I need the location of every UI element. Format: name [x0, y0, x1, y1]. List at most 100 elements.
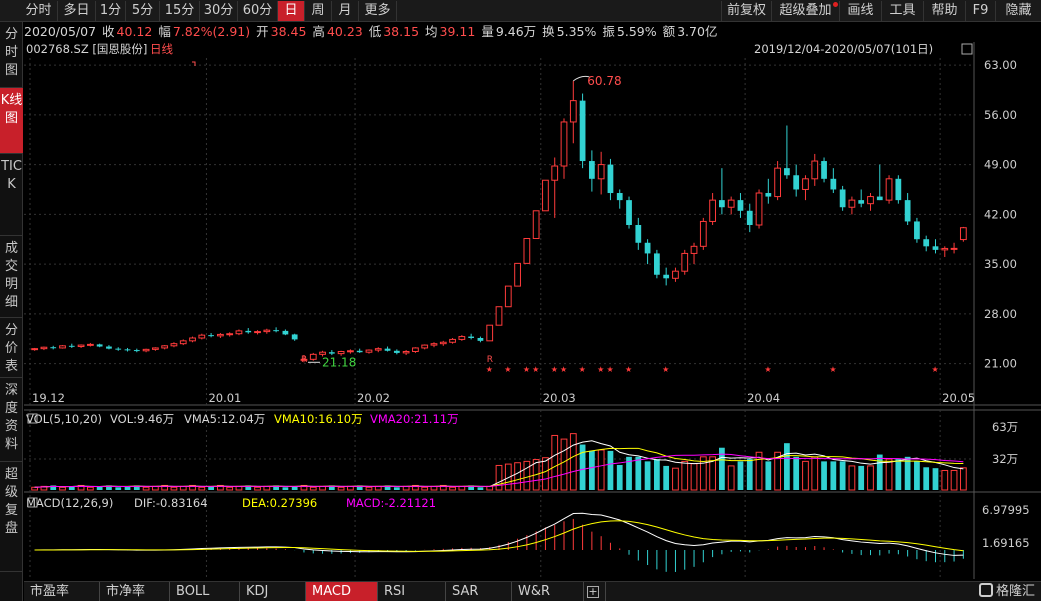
date-tick: 20.04 [747, 391, 780, 405]
add-tab-icon[interactable]: + [584, 582, 606, 601]
leftnav-item[interactable]: 深度资料 [0, 378, 23, 462]
leftnav-item[interactable]: 成交明细 [0, 236, 23, 318]
indicator-tab[interactable]: RSI [378, 582, 446, 601]
toolbar-button[interactable]: 前复权 [721, 1, 771, 21]
period-tab[interactable]: 1分 [96, 1, 126, 21]
candle-body [189, 337, 196, 342]
candle-body [151, 347, 159, 350]
vma10-value: VMA10:16.10万 [274, 412, 363, 426]
candle-body [486, 324, 494, 342]
indicator-tab[interactable]: MACD [306, 582, 378, 601]
volume-bar [365, 486, 373, 491]
candle-body [477, 337, 484, 341]
leftnav-item[interactable]: 分时图 [0, 22, 23, 88]
kline-chart[interactable]: 002768.SZ [国恩股份] 日线 2019/12/04-2020/05/07(… [24, 42, 1041, 579]
candle-body [50, 347, 57, 349]
toolbar-button[interactable]: 工具 [881, 1, 923, 21]
star-mark: ★ [560, 365, 567, 374]
indicator-tab[interactable]: BOLL [170, 582, 240, 601]
indicator-tab[interactable]: KDJ [240, 582, 306, 601]
toolbar-button[interactable]: 画线 [839, 1, 881, 21]
volume-bar [885, 458, 893, 491]
macd-axis-tick: 6.97995 [982, 503, 1030, 517]
candle-body [68, 345, 75, 347]
price-tick: 49.00 [984, 158, 1017, 172]
volume-bar [654, 459, 660, 490]
candle-body [709, 199, 716, 222]
volume-bar [282, 487, 289, 490]
amplitude-label: 振 [602, 24, 615, 39]
star-mark: ★ [606, 365, 613, 374]
candle-body [347, 350, 354, 353]
indicator-tab[interactable]: SAR [446, 582, 512, 601]
volume-bar [690, 463, 698, 491]
candle-body [895, 178, 902, 201]
toolbar-button[interactable]: F9 [965, 1, 995, 21]
low-annotation: 21.18 [322, 355, 356, 369]
volume-bar [802, 460, 809, 491]
volume-bar [523, 460, 531, 491]
toolbar-button[interactable]: 帮助 [923, 1, 965, 21]
volume-bar [597, 449, 605, 491]
turnover-label: 换 [542, 24, 555, 39]
volume-bar [495, 464, 503, 491]
candle-body [31, 348, 39, 351]
candle-body [654, 253, 660, 275]
period-tab[interactable]: 30分 [200, 1, 238, 21]
volume-bar [393, 487, 400, 490]
vol-axis-tick: 32万 [992, 452, 1018, 466]
period-tab[interactable]: 5分 [126, 1, 160, 21]
period-tab[interactable]: 多日 [58, 1, 96, 21]
leftnav-item[interactable]: TICK [0, 154, 23, 236]
period-tab[interactable]: 周 [305, 1, 332, 21]
period-tab[interactable]: 分时 [20, 1, 58, 21]
candle-body [774, 167, 781, 198]
candle-body [179, 340, 187, 345]
period-tab[interactable]: 月 [332, 1, 359, 21]
leftnav-item[interactable]: 分价表 [0, 318, 23, 378]
candle-body [384, 348, 391, 351]
star-mark: ★ [764, 365, 771, 374]
candle-body [904, 200, 911, 222]
candle-body [932, 246, 939, 250]
star-mark: ★ [829, 365, 836, 374]
candle-body [282, 330, 289, 335]
volume-bar [115, 487, 122, 490]
vol-label: 量 [481, 24, 494, 39]
chart-canvas[interactable]: 002768.SZ [国恩股份] 日线 2019/12/04-2020/05/07(… [24, 42, 1041, 579]
price-tick: 56.00 [984, 108, 1017, 122]
candle-body [755, 192, 763, 226]
volume-bar [254, 486, 261, 491]
candle-body [217, 333, 224, 337]
candle-body [607, 164, 614, 194]
volume-bar [950, 469, 958, 491]
macd-title: MACD(12,26,9) [26, 496, 113, 510]
candle-body [681, 252, 689, 272]
candle-body [208, 335, 214, 337]
stock-code: 002768.SZ [国恩股份] [26, 42, 147, 56]
volume-bar [821, 461, 827, 490]
settings-icon[interactable] [961, 43, 973, 55]
leftnav-item[interactable]: 超级复盘 [0, 462, 23, 572]
dea-value: DEA:0.27396 [242, 496, 317, 510]
high-value: 40.23 [326, 24, 363, 39]
period-tab[interactable]: 更多 [359, 1, 397, 21]
candle-body [263, 329, 271, 333]
star-mark: ★ [551, 365, 558, 374]
toolbar-button[interactable]: 超级叠加 [771, 1, 839, 21]
volume-bar [793, 456, 800, 490]
star-mark: ★ [523, 365, 530, 374]
leftnav-item[interactable]: K线图 [0, 88, 23, 154]
candle-body [328, 352, 335, 354]
period-tab[interactable]: 60分 [238, 1, 278, 21]
candle-body [635, 225, 642, 243]
indicator-tab[interactable]: 市盈率 [24, 582, 100, 601]
period-tab[interactable]: 15分 [160, 1, 200, 21]
macd-value: MACD:-2.21121 [346, 496, 436, 510]
indicator-tab[interactable]: 市净率 [100, 582, 170, 601]
indicator-tab[interactable]: W&R [512, 582, 584, 601]
toolbar-button[interactable]: 隐藏 [995, 1, 1041, 21]
period-tab[interactable]: 日 [278, 1, 305, 21]
volume-bar [569, 433, 577, 491]
volume-bar [914, 461, 920, 490]
